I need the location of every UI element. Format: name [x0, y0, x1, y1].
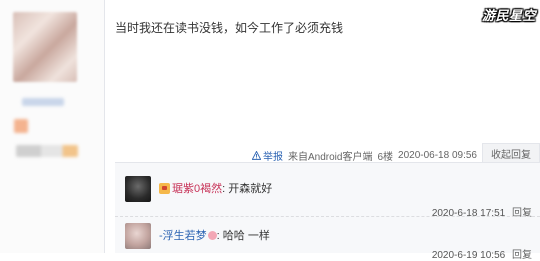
- reply-username[interactable]: 琚紫0褐然: [172, 183, 222, 195]
- author-level-blurred: [16, 145, 78, 157]
- client-source: 来自Android客户端: [288, 152, 373, 163]
- author-sidebar: [0, 0, 105, 253]
- collapse-replies-button[interactable]: 收起回复: [482, 143, 540, 163]
- reply-item: -浮生若梦: 哈哈 一样 2020-6-19 10:56 回复: [115, 216, 540, 261]
- reply-list: 琚紫0褐然: 开森就好 2020-6-18 17:51 回复 -浮生若梦: 哈哈…: [115, 162, 540, 261]
- post-meta: 举报 来自Android客户端 6楼 2020-06-18 09:56: [252, 148, 477, 163]
- reply-item: 琚紫0褐然: 开森就好 2020-6-18 17:51 回复: [115, 172, 540, 219]
- reply-button[interactable]: 回复: [512, 250, 532, 261]
- report-link[interactable]: 举报: [252, 148, 283, 163]
- post-content: 当时我还在读书没钱，如今工作了必须充钱: [115, 21, 344, 35]
- reply-avatar[interactable]: [125, 176, 151, 202]
- warning-icon: [252, 151, 261, 160]
- post-datetime: 2020-06-18 09:56: [398, 150, 477, 161]
- author-avatar[interactable]: [13, 12, 77, 82]
- reply-datetime: 2020-6-19 10:56: [431, 250, 506, 261]
- flower-icon: [207, 231, 217, 240]
- reply-text: 开森就好: [228, 183, 273, 195]
- reply-text: 哈哈 一样: [222, 230, 270, 242]
- author-badge-blurred: [14, 119, 28, 133]
- reply-separator: :: [222, 183, 226, 195]
- vip-badge-icon: [159, 183, 170, 194]
- author-name-blurred[interactable]: [22, 98, 64, 106]
- reply-separator: :: [216, 230, 220, 242]
- watermark-logo: 游民星空: [481, 8, 536, 23]
- report-label: 举报: [263, 152, 283, 163]
- floor-number: 6楼: [377, 152, 394, 163]
- reply-username[interactable]: -浮生若梦: [159, 230, 207, 242]
- reply-avatar[interactable]: [125, 223, 151, 249]
